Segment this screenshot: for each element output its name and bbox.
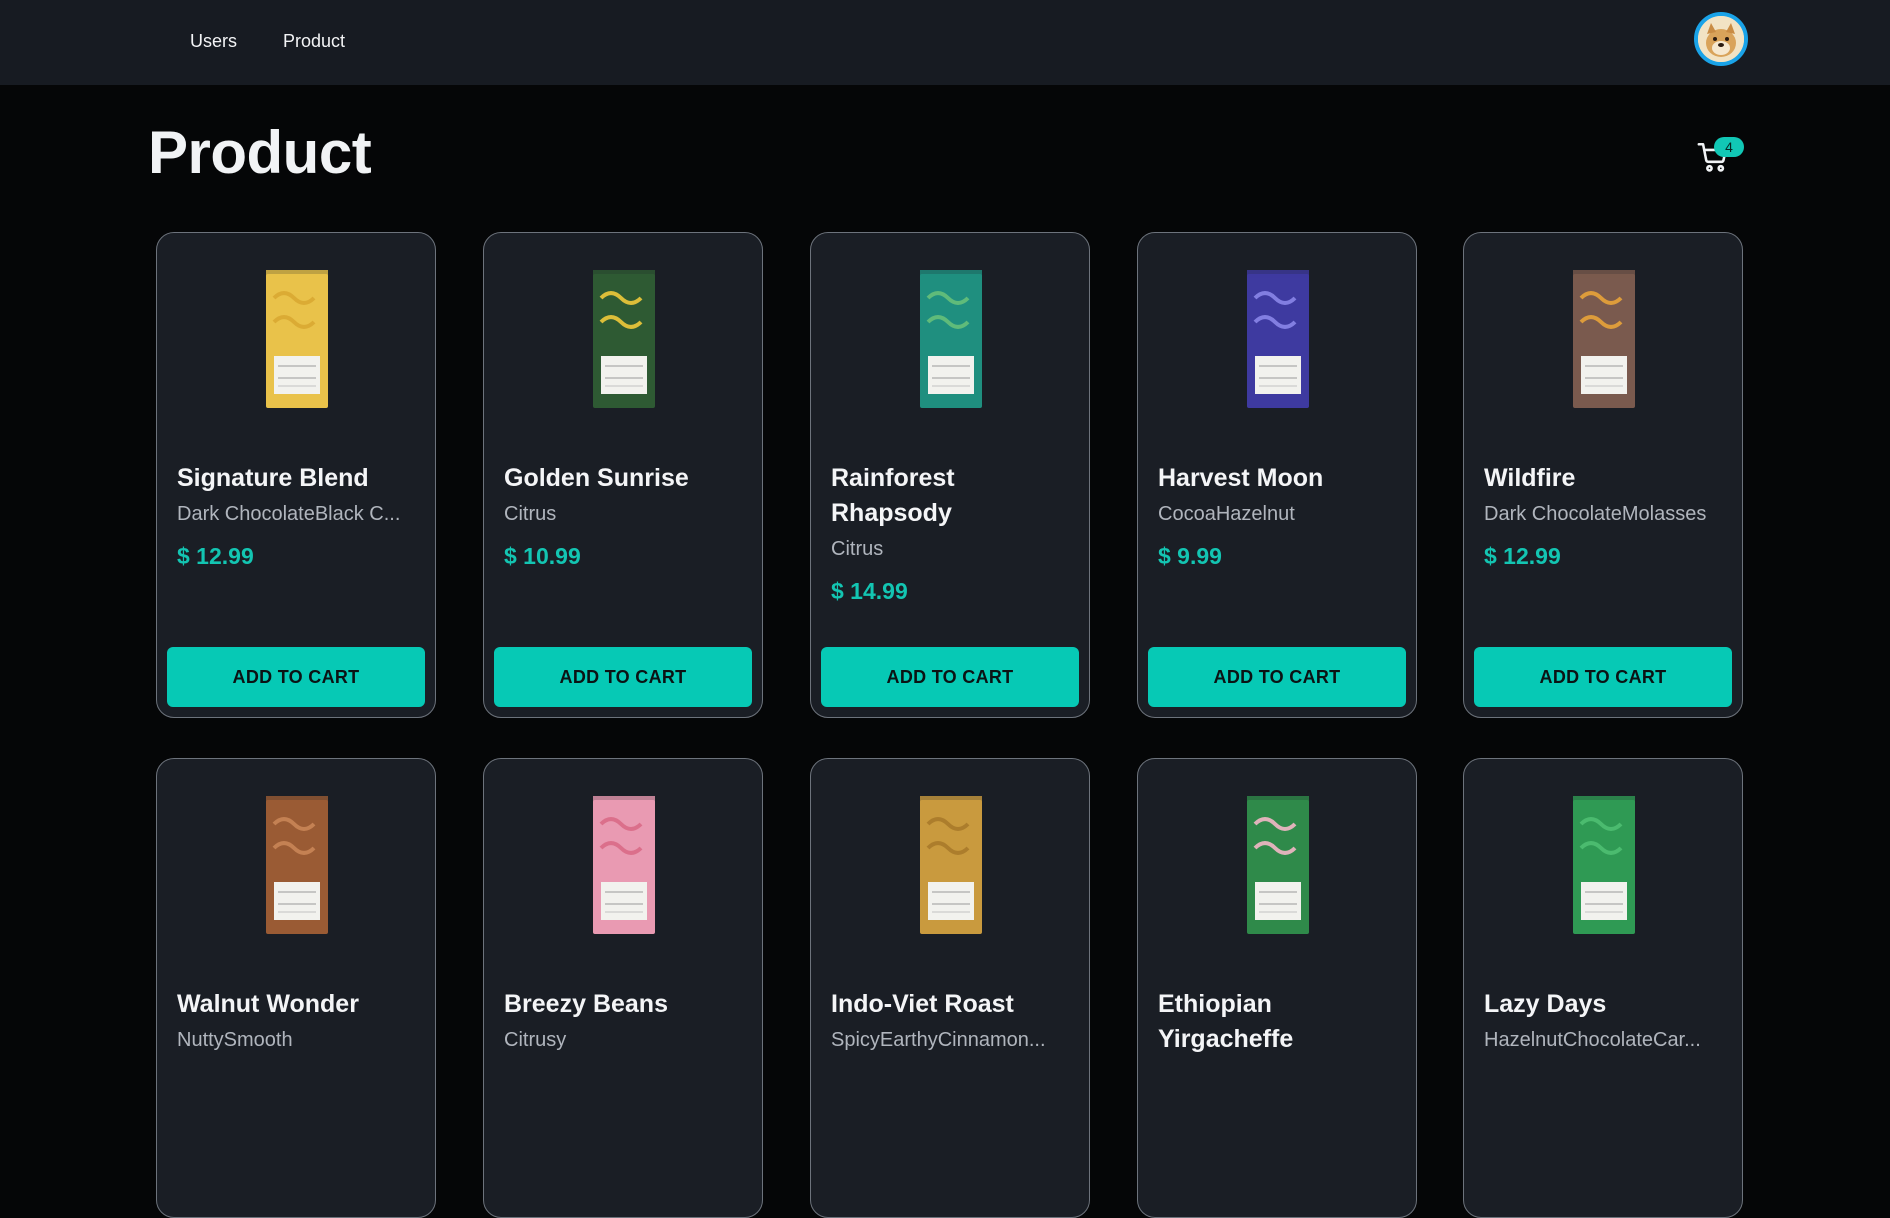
product-card[interactable]: Wildfire Dark ChocolateMolasses $ 12.99 ADD… [1463, 232, 1743, 718]
product-notes: SpicyEarthyCinnamon... [831, 1029, 1046, 1051]
coffee-bag-image [593, 796, 655, 934]
product-title: Ethiopian Yirgacheffe [1158, 990, 1294, 1053]
product-card[interactable]: Ethiopian Yirgacheffe [1137, 758, 1417, 1218]
product-price: $ 10.99 [504, 543, 581, 569]
product-notes: Citrusy [504, 1029, 567, 1051]
product-price: $ 14.99 [831, 578, 908, 604]
product-title: Signature Blend [177, 464, 369, 492]
product-notes: Dark ChocolateBlack C... [177, 503, 401, 525]
product-notes: Citrus [504, 503, 557, 525]
product-card[interactable]: Indo-Viet Roast SpicyEarthyCinnamon... [810, 758, 1090, 1218]
product-card[interactable]: Harvest Moon CocoaHazelnut $ 9.99 ADD TO CA… [1137, 232, 1417, 718]
add-to-cart-button[interactable]: ADD TO CART [1474, 647, 1732, 707]
product-title: Harvest Moon [1158, 464, 1324, 492]
coffee-bag-image [1573, 270, 1635, 408]
add-to-cart-button[interactable]: ADD TO CART [821, 647, 1079, 707]
coffee-bag-image [920, 270, 982, 408]
product-title: Rainforest Rhapsody [831, 464, 955, 527]
product-card[interactable]: Signature Blend Dark ChocolateBlack C... $… [156, 232, 436, 718]
coffee-bag-image [1247, 796, 1309, 934]
product-notes: HazelnutChocolateCar... [1484, 1029, 1701, 1051]
product-price: $ 12.99 [1484, 543, 1561, 569]
product-card[interactable]: Rainforest Rhapsody Citrus $ 14.99 ADD TO C… [810, 232, 1090, 718]
add-to-cart-button[interactable]: ADD TO CART [494, 647, 752, 707]
product-title: Lazy Days [1484, 990, 1607, 1018]
product-title: Golden Sunrise [504, 464, 689, 492]
product-notes: NuttySmooth [177, 1029, 293, 1051]
product-grid: Signature Blend Dark ChocolateBlack C... $… [0, 0, 1890, 1218]
product-notes: CocoaHazelnut [1158, 503, 1295, 525]
add-to-cart-button[interactable]: ADD TO CART [1148, 647, 1406, 707]
coffee-bag-image [593, 270, 655, 408]
product-title: Breezy Beans [504, 990, 668, 1018]
product-title: Indo-Viet Roast [831, 990, 1014, 1018]
coffee-bag-image [1573, 796, 1635, 934]
product-notes: Citrus [831, 538, 884, 560]
product-card[interactable]: Golden Sunrise Citrus $ 10.99 ADD TO CART [483, 232, 763, 718]
product-card[interactable]: Lazy Days HazelnutChocolateCar... [1463, 758, 1743, 1218]
product-title: Walnut Wonder [177, 990, 359, 1018]
product-title: Wildfire [1484, 464, 1576, 492]
add-to-cart-button[interactable]: ADD TO CART [167, 647, 425, 707]
coffee-bag-image [920, 796, 982, 934]
coffee-bag-image [266, 796, 328, 934]
product-price: $ 9.99 [1158, 543, 1222, 569]
product-price: $ 12.99 [177, 543, 254, 569]
product-card[interactable]: Breezy Beans Citrusy [483, 758, 763, 1218]
coffee-bag-image [266, 270, 328, 408]
product-notes: Dark ChocolateMolasses [1484, 503, 1707, 525]
product-card[interactable]: Walnut Wonder NuttySmooth [156, 758, 436, 1218]
coffee-bag-image [1247, 270, 1309, 408]
